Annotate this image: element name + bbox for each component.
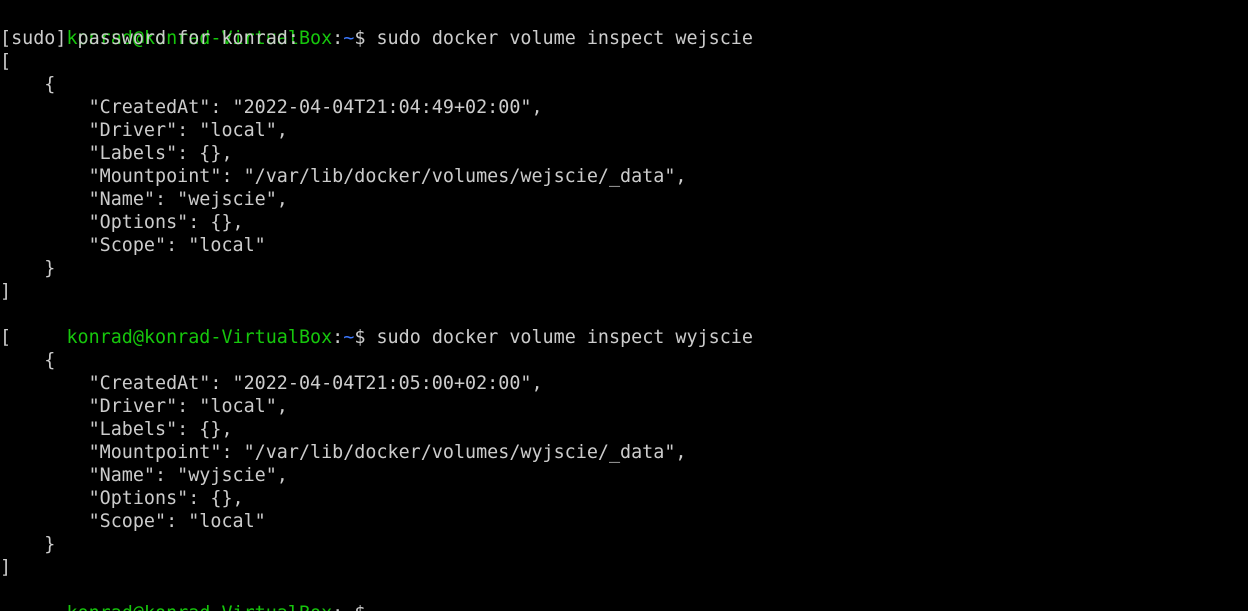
output-line: ] [0,281,12,302]
output-line: "Scope": "local" [0,235,266,256]
output-line: "Name": "wejscie", [0,189,288,210]
output-line: ] [0,557,12,578]
output-line: "Driver": "local", [0,120,288,141]
output-line: "CreatedAt": "2022-04-04T21:04:49+02:00"… [0,97,543,118]
prompt-line: konrad@konrad-VirtualBox:~$ sudo docker … [0,4,753,49]
output-line: "Name": "wyjscie", [0,465,288,486]
prompt-symbol: $ [354,603,365,611]
prompt-path: ~ [343,327,355,348]
prompt-colon: : [332,28,344,49]
prompt-path: ~ [343,28,355,49]
output-line: "Options": {}, [0,212,244,233]
output-line: "Options": {}, [0,488,244,509]
output-line: "Driver": "local", [0,396,288,417]
prompt-user-host: konrad@konrad-VirtualBox [66,327,333,348]
prompt-colon: : [332,327,344,348]
prompt-line: konrad@konrad-VirtualBox:~$ sudo docker … [0,303,753,348]
output-line: "Mountpoint": "/var/lib/docker/volumes/w… [0,442,687,463]
output-line: } [0,534,56,555]
prompt-colon: : [332,603,343,611]
output-line: "CreatedAt": "2022-04-04T21:05:00+02:00"… [0,373,543,394]
terminal-window[interactable]: konrad@konrad-VirtualBox:~$ sudo docker … [0,0,1248,611]
prompt-symbol: $ [354,327,366,348]
output-line: "Mountpoint": "/var/lib/docker/volumes/w… [0,166,687,187]
terminal-output: konrad@konrad-VirtualBox:~$ sudo docker … [0,4,753,611]
output-line: { [0,74,56,95]
command-text: sudo docker volume inspect wyjscie [365,327,753,348]
prompt-line[interactable]: konrad@konrad-VirtualBox:~$ [0,579,753,611]
output-line: } [0,258,56,279]
output-line: { [0,350,56,371]
prompt-path: ~ [343,603,354,611]
prompt-user-host: konrad@konrad-VirtualBox [66,603,332,611]
output-line: "Scope": "local" [0,511,266,532]
output-line: [ [0,51,12,72]
output-line: "Labels": {}, [0,143,233,164]
text-cursor [365,604,367,611]
command-text: sudo docker volume inspect wejscie [365,28,753,49]
prompt-symbol: $ [354,28,366,49]
output-line: "Labels": {}, [0,419,233,440]
